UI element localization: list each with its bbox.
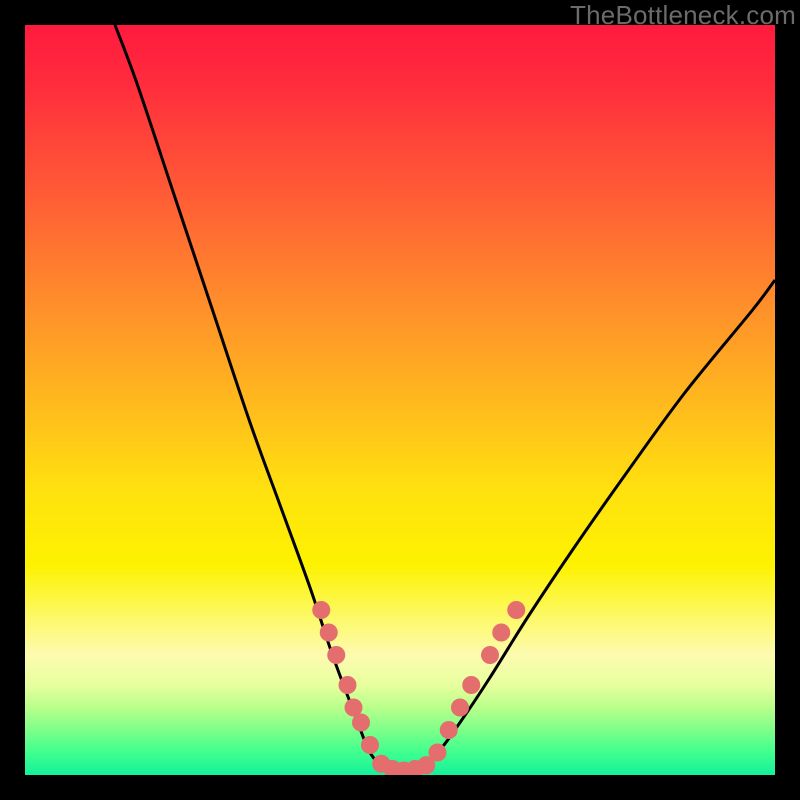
watermark-text: TheBottleneck.com xyxy=(570,0,796,31)
curve-marker xyxy=(339,676,357,694)
plot-area xyxy=(25,25,775,775)
chart-container: TheBottleneck.com xyxy=(0,0,800,800)
curve-marker xyxy=(320,624,338,642)
curve-marker xyxy=(327,646,345,664)
chart-svg xyxy=(25,25,775,775)
curve-marker xyxy=(462,676,480,694)
curve-group xyxy=(115,25,775,771)
curve-marker xyxy=(361,736,379,754)
curve-marker xyxy=(440,721,458,739)
curve-marker xyxy=(429,744,447,762)
markers-group xyxy=(312,601,525,775)
curve-marker xyxy=(507,601,525,619)
curve-marker xyxy=(481,646,499,664)
curve-marker xyxy=(451,699,469,717)
curve-marker xyxy=(312,601,330,619)
bottleneck-curve-path xyxy=(115,25,775,771)
curve-marker xyxy=(352,714,370,732)
curve-marker xyxy=(492,624,510,642)
